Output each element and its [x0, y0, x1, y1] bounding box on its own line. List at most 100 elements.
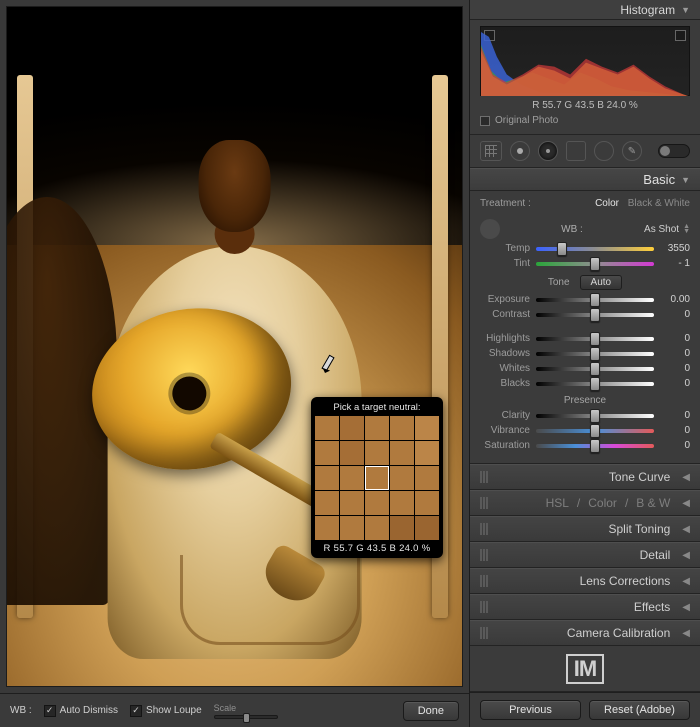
right-bottom-bar: Previous Reset (Adobe) [470, 692, 700, 727]
crop-tool-icon[interactable] [480, 141, 502, 161]
treatment-bw[interactable]: Black & White [628, 198, 690, 209]
histogram-svg [481, 27, 689, 96]
auto-tone-button[interactable]: Auto [580, 275, 623, 290]
chevron-left-icon: ◀ [682, 472, 690, 483]
show-loupe-checkbox[interactable]: ✓ Show Loupe [130, 705, 202, 717]
wb-preset-value: As Shot [644, 224, 679, 235]
presence-heading: Presence [480, 395, 690, 406]
contrast-value[interactable]: 0 [660, 309, 690, 320]
contrast-label: Contrast [480, 309, 530, 320]
redeye-tool-icon[interactable] [538, 141, 558, 161]
square-icon [480, 116, 490, 126]
scale-control: Scale [214, 703, 278, 719]
treatment-color[interactable]: Color [595, 198, 619, 209]
wb-loupe-readout: R 55.7 G 43.5 B 24.0 % [315, 540, 439, 554]
wb-preset-select[interactable]: As Shot ▲▼ [644, 224, 690, 235]
tone-heading: Tone Auto [480, 275, 690, 290]
chevron-down-icon: ▼ [681, 5, 690, 15]
clarity-value[interactable]: 0 [660, 410, 690, 421]
histogram-chart[interactable] [480, 26, 690, 96]
panel-hsl[interactable]: HSL/Color/B & W◀ [470, 490, 700, 516]
histogram-rgb-readout: R 55.7 G 43.5 B 24.0 % [480, 96, 690, 113]
tint-slider[interactable] [536, 259, 654, 269]
exposure-value[interactable]: 0.00 [660, 294, 690, 305]
scale-label: Scale [214, 703, 278, 713]
auto-dismiss-checkbox[interactable]: ✓ Auto Dismiss [44, 705, 118, 717]
tint-value[interactable]: - 1 [660, 258, 690, 269]
wb-toolbar: WB : ✓ Auto Dismiss ✓ Show Loupe Scale D… [0, 693, 469, 727]
vibrance-value[interactable]: 0 [660, 425, 690, 436]
photo-canvas[interactable]: Pick a target neutral: R 55.7 G 43.5 B 2… [6, 6, 463, 687]
chevron-left-icon: ◀ [682, 602, 690, 613]
panel-detail[interactable]: Detail◀ [470, 542, 700, 568]
watermark-area: IM [470, 646, 700, 692]
panel-switch[interactable] [658, 144, 690, 158]
wb-picker-icon[interactable] [480, 219, 500, 239]
scale-slider[interactable] [214, 715, 278, 719]
vibrance-slider[interactable] [536, 426, 654, 436]
panel-lens-corrections[interactable]: Lens Corrections◀ [470, 568, 700, 594]
shadows-slider[interactable] [536, 349, 654, 359]
temp-slider[interactable] [536, 244, 654, 254]
spot-tool-icon[interactable] [510, 141, 530, 161]
saturation-label: Saturation [480, 440, 530, 451]
basic-title: Basic [643, 172, 675, 187]
blacks-slider[interactable] [536, 379, 654, 389]
previous-button[interactable]: Previous [480, 700, 581, 720]
reset-button[interactable]: Reset (Adobe) [589, 700, 690, 720]
chevron-left-icon: ◀ [682, 524, 690, 535]
wb-label: WB : [10, 705, 32, 716]
contrast-slider[interactable] [536, 310, 654, 320]
temp-label: Temp [480, 243, 530, 254]
histogram-title: Histogram [620, 3, 675, 17]
show-loupe-label: Show Loupe [146, 705, 202, 716]
treatment-label: Treatment : [480, 198, 531, 209]
wb-loupe-grid [315, 416, 439, 540]
panel-camera-calibration[interactable]: Camera Calibration◀ [470, 620, 700, 646]
chevron-left-icon: ◀ [682, 498, 690, 509]
develop-canvas-pane: Pick a target neutral: R 55.7 G 43.5 B 2… [0, 0, 470, 727]
chevron-left-icon: ◀ [682, 628, 690, 639]
original-photo-label: Original Photo [495, 115, 558, 126]
saturation-slider[interactable] [536, 441, 654, 451]
panel-split-toning[interactable]: Split Toning◀ [470, 516, 700, 542]
vibrance-label: Vibrance [480, 425, 530, 436]
panel-tone-curve[interactable]: Tone Curve◀ [470, 464, 700, 490]
graduated-filter-icon[interactable] [566, 141, 586, 161]
check-icon: ✓ [44, 705, 56, 717]
basic-header[interactable]: Basic ▼ [470, 168, 700, 191]
basic-panel: Treatment : Color Black & White WB : As … [470, 191, 700, 464]
blacks-value[interactable]: 0 [660, 378, 690, 389]
shadows-value[interactable]: 0 [660, 348, 690, 359]
histogram-header[interactable]: Histogram ▼ [470, 0, 700, 20]
wb-loupe-popover: Pick a target neutral: R 55.7 G 43.5 B 2… [311, 397, 443, 558]
radial-filter-icon[interactable] [594, 141, 614, 161]
treatment-row: Treatment : Color Black & White [480, 196, 690, 215]
brush-tool-icon[interactable]: ✎ [622, 141, 642, 161]
original-photo-toggle[interactable]: Original Photo [480, 113, 690, 132]
highlights-value[interactable]: 0 [660, 333, 690, 344]
panel-effects[interactable]: Effects◀ [470, 594, 700, 620]
blacks-label: Blacks [480, 378, 530, 389]
saturation-value[interactable]: 0 [660, 440, 690, 451]
done-button[interactable]: Done [403, 701, 459, 721]
exposure-slider[interactable] [536, 295, 654, 305]
watermark-logo: IM [566, 654, 604, 684]
chevron-down-icon: ▼ [681, 175, 690, 185]
wb-loupe-title: Pick a target neutral: [315, 401, 439, 416]
whites-label: Whites [480, 363, 530, 374]
whites-slider[interactable] [536, 364, 654, 374]
local-adjust-toolstrip: ✎ [470, 135, 700, 168]
wb-row-label: WB : [506, 224, 638, 235]
photo-rendering [7, 7, 462, 686]
highlights-slider[interactable] [536, 334, 654, 344]
shadows-label: Shadows [480, 348, 530, 359]
whites-value[interactable]: 0 [660, 363, 690, 374]
histogram-panel: R 55.7 G 43.5 B 24.0 % Original Photo [470, 20, 700, 135]
tint-label: Tint [480, 258, 530, 269]
clarity-label: Clarity [480, 410, 530, 421]
temp-value[interactable]: 3550 [660, 243, 690, 254]
clarity-slider[interactable] [536, 411, 654, 421]
app-root: Pick a target neutral: R 55.7 G 43.5 B 2… [0, 0, 700, 727]
check-icon: ✓ [130, 705, 142, 717]
